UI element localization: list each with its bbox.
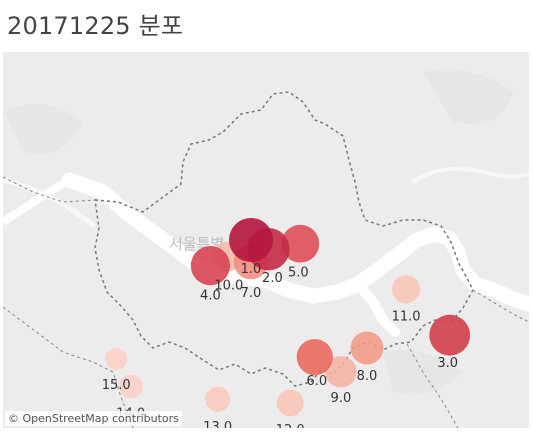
marker-label-9-0: 9.0 xyxy=(331,391,352,406)
map-marker-8-0[interactable] xyxy=(350,331,384,365)
page-title: 20171225 분포 xyxy=(7,12,184,40)
marker-label-6-0: 6.0 xyxy=(306,374,327,389)
map-marker-15-0[interactable] xyxy=(105,347,128,370)
marker-label-11-0: 11.0 xyxy=(392,309,421,324)
marker-label-8-0: 8.0 xyxy=(357,369,378,384)
map-marker-11-0[interactable] xyxy=(392,275,421,304)
marker-label-2-0: 2.0 xyxy=(262,271,283,286)
map-marker-13-0[interactable] xyxy=(205,386,231,412)
map-marker-6-0[interactable] xyxy=(296,339,333,376)
map-attribution[interactable]: © OpenStreetMap contributors xyxy=(5,411,182,426)
marker-label-1-0: 1.0 xyxy=(241,262,262,277)
marker-label-5-0: 5.0 xyxy=(288,266,309,281)
map-marker-12-0[interactable] xyxy=(276,389,304,417)
marker-label-7-0: 7.0 xyxy=(241,286,262,301)
map-view[interactable]: 서울특별 1.0 2.0 3.0 4.0 5.0 6.0 7.0 8.0 9.0 10.0 11.0… xyxy=(3,52,529,428)
marker-label-10-0: 10.0 xyxy=(214,279,243,294)
marker-label-13-0: 13.0 xyxy=(203,420,232,428)
marker-label-3-0: 3.0 xyxy=(437,356,458,371)
page: 20171225 분포 서울특별 1.0 2.0 3.0 4.0 5.0 6.0… xyxy=(0,0,533,432)
map-marker-3-0[interactable] xyxy=(429,314,471,356)
map-canvas[interactable]: 서울특별 1.02.03.04.05.06.07.08.09.010.011.0… xyxy=(3,52,529,428)
map-marker-1-0[interactable] xyxy=(229,218,273,262)
marker-label-15-0: 15.0 xyxy=(102,378,131,393)
marker-label-12-0: 12.0 xyxy=(276,423,305,428)
